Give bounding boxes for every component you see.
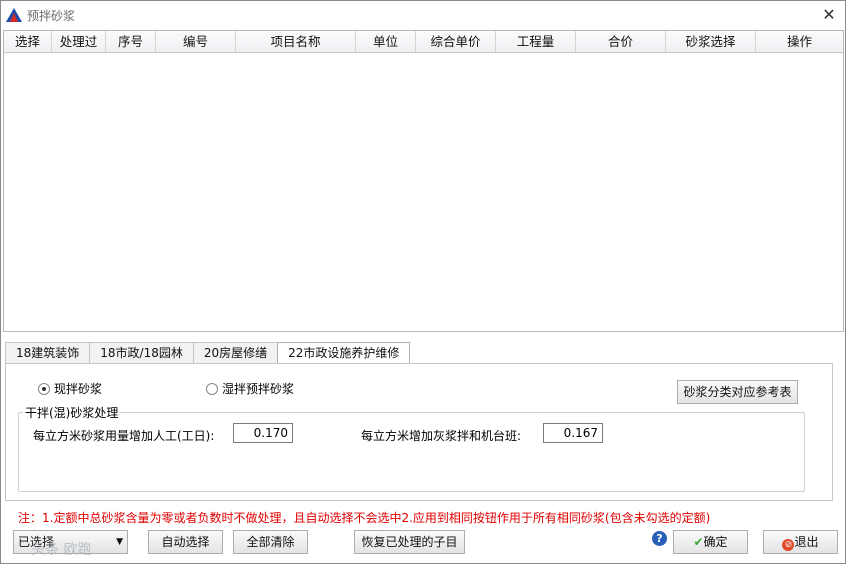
- column-header-seq[interactable]: 序号: [106, 31, 156, 52]
- column-header-select[interactable]: 选择: [4, 31, 52, 52]
- column-header-processed[interactable]: 处理过: [52, 31, 106, 52]
- radio-button-unchecked[interactable]: [206, 383, 218, 395]
- column-header-action[interactable]: 操作: [756, 31, 843, 52]
- watermark: 头条 欧跑: [31, 542, 92, 558]
- column-header-total[interactable]: 合价: [576, 31, 666, 52]
- column-header-unit-price[interactable]: 综合单价: [416, 31, 496, 52]
- tab-20-house-repair[interactable]: 20房屋修缮: [192, 342, 279, 364]
- column-header-quantity[interactable]: 工程量: [496, 31, 576, 52]
- machine-label: 每立方米增加灰浆拌和机台班:: [361, 429, 522, 443]
- standard-tabs: 18建筑装饰 18市政/18园林 20房屋修缮 22市政设施养护维修: [5, 342, 411, 364]
- close-button[interactable]: ✕: [819, 5, 839, 25]
- checkmark-icon: ✔: [693, 535, 704, 549]
- dialog-window: 预拌砂浆 ✕ 选择 处理过 序号 编号 项目名称 单位 综合单价 工程量 合价 …: [0, 0, 846, 564]
- exit-label: 退出: [794, 535, 819, 549]
- dry-mix-groupbox: 干拌(混)砂浆处理 每立方米砂浆用量增加人工(工日): 0.170 每立方米增加…: [18, 404, 805, 492]
- reference-table-button[interactable]: 砂浆分类对应参考表: [677, 380, 798, 404]
- confirm-button[interactable]: ✔确定: [673, 530, 748, 554]
- labor-label: 每立方米砂浆用量增加人工(工日):: [33, 429, 215, 443]
- tab-18-municipal-garden[interactable]: 18市政/18园林: [89, 342, 194, 364]
- chevron-down-icon: ▼: [116, 537, 123, 547]
- table-header: 选择 处理过 序号 编号 项目名称 单位 综合单价 工程量 合价 砂浆选择 操作: [4, 31, 843, 53]
- clear-all-button[interactable]: 全部清除: [233, 530, 308, 554]
- help-icon[interactable]: ?: [652, 531, 667, 546]
- tab-panel: 现拌砂浆 湿拌预拌砂浆 砂浆分类对应参考表 干拌(混)砂浆处理 每立方米砂浆用量…: [5, 363, 833, 501]
- radio-button-checked[interactable]: [38, 383, 50, 395]
- title-bar: 预拌砂浆 ✕: [1, 1, 845, 29]
- confirm-label: 确定: [703, 535, 728, 549]
- column-header-mortar-choice[interactable]: 砂浆选择: [666, 31, 756, 52]
- radio-wet-mix[interactable]: 湿拌预拌砂浆: [206, 380, 294, 397]
- tab-22-municipal-maintenance[interactable]: 22市政设施养护维修: [277, 342, 411, 364]
- exit-button[interactable]: ⊘ 退出: [763, 530, 838, 554]
- mortar-items-table[interactable]: 选择 处理过 序号 编号 项目名称 单位 综合单价 工程量 合价 砂浆选择 操作: [3, 30, 844, 332]
- column-header-item-name[interactable]: 项目名称: [236, 31, 356, 52]
- groupbox-title: 干拌(混)砂浆处理: [23, 404, 121, 421]
- auto-select-button[interactable]: 自动选择: [148, 530, 223, 554]
- radio-site-mix[interactable]: 现拌砂浆: [38, 380, 102, 397]
- labor-input[interactable]: 0.170: [233, 423, 293, 443]
- tab-18-building[interactable]: 18建筑装饰: [5, 342, 91, 364]
- column-header-unit[interactable]: 单位: [356, 31, 416, 52]
- radio-wet-mix-label: 湿拌预拌砂浆: [222, 382, 295, 396]
- app-logo-icon: [6, 8, 22, 22]
- restore-processed-button[interactable]: 恢复已处理的子目: [354, 530, 465, 554]
- note-text: 注：1.定额中总砂浆含量为零或者负数时不做处理，且自动选择不会选中2.应用到相同…: [18, 511, 711, 525]
- exit-icon: ⊘: [782, 539, 795, 551]
- window-title: 预拌砂浆: [27, 9, 76, 23]
- radio-site-mix-label: 现拌砂浆: [54, 382, 103, 396]
- column-header-code[interactable]: 编号: [156, 31, 236, 52]
- machine-input[interactable]: 0.167: [543, 423, 603, 443]
